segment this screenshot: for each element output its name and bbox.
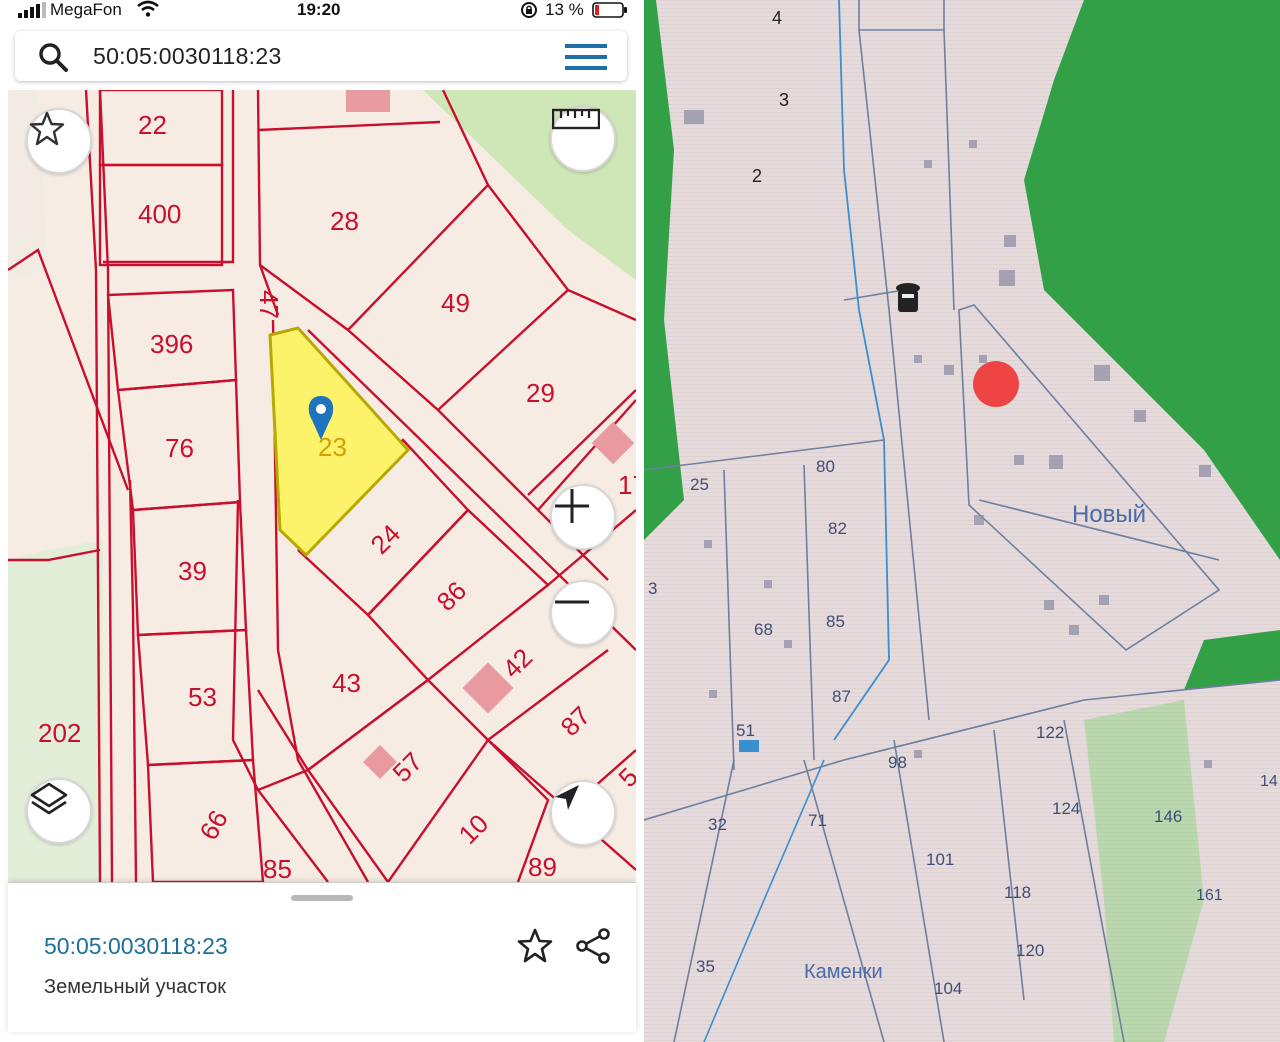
- scanline-overlay: [644, 0, 1280, 1042]
- locate-button[interactable]: [550, 780, 616, 846]
- wifi-icon: [137, 0, 159, 17]
- parcel-label: 17: [618, 470, 636, 500]
- map-label: 118: [1004, 883, 1031, 902]
- parcel-label: 85: [263, 854, 292, 882]
- star-icon: [29, 111, 65, 146]
- status-bar: MegaFon 19:20 13 %: [0, 0, 640, 22]
- satellite-cadastral-photo: 4 3 2 25 80 82 3 68 85 87 51 98 122 32 7…: [644, 0, 1280, 1042]
- map-label: 35: [696, 957, 715, 976]
- parcel-label: 53: [188, 682, 217, 712]
- pond: [739, 740, 759, 752]
- favorite-button[interactable]: [26, 108, 92, 174]
- plus-icon: [555, 489, 589, 523]
- map-label: 120: [1016, 941, 1044, 960]
- map-label: 2: [752, 166, 762, 186]
- map-label: 161: [1196, 887, 1223, 904]
- map-label: 32: [708, 815, 727, 834]
- hamburger-menu-icon[interactable]: [565, 42, 607, 72]
- clock: 19:20: [297, 0, 341, 19]
- parcel-label: 76: [165, 433, 194, 463]
- map-label: 14: [1260, 773, 1278, 790]
- share-icon[interactable]: [574, 927, 612, 965]
- parcel-label: 47: [254, 290, 284, 319]
- map-label: 71: [808, 811, 827, 830]
- carrier-name: MegaFon: [50, 0, 122, 19]
- parcel-label: 49: [441, 288, 470, 318]
- search-bar[interactable]: 50:05:0030118:23: [15, 31, 627, 81]
- battery-icon: [592, 2, 627, 18]
- layers-icon: [30, 782, 68, 815]
- cadastral-app-screenshot: MegaFon 19:20 13 % 50:05:0030118:23 22 4…: [0, 0, 640, 1042]
- parcel-label: 89: [528, 852, 557, 882]
- ruler-button[interactable]: [550, 106, 616, 172]
- orientation-lock-icon: [521, 2, 537, 18]
- zoom-out-button[interactable]: [550, 580, 616, 646]
- parcel-label: 28: [330, 206, 359, 236]
- map-label: 4: [772, 8, 782, 28]
- parcel-label: 43: [332, 668, 361, 698]
- cadastral-map[interactable]: 22 400 396 76 39 53 202 66 85 28 47 49 2…: [8, 90, 636, 882]
- map-label: 104: [934, 979, 962, 998]
- layers-button[interactable]: [26, 778, 92, 844]
- map-label: 124: [1052, 799, 1080, 818]
- map-label: 51: [736, 721, 755, 740]
- map-label: 101: [926, 850, 954, 869]
- map-label: 82: [828, 519, 847, 538]
- map-label: 3: [648, 579, 657, 598]
- location-marker: [973, 361, 1019, 407]
- signal-icon: [18, 2, 46, 18]
- parcel-info-sheet[interactable]: 50:05:0030118:23 Земельный участок: [8, 882, 636, 1032]
- battery-percent: 13 %: [545, 0, 584, 19]
- parcel-label: 400: [138, 199, 181, 229]
- map-label: 146: [1154, 807, 1182, 826]
- parcel-label: 202: [38, 718, 81, 748]
- place-name-label: Новый: [1072, 501, 1146, 528]
- map-label: 25: [690, 475, 709, 494]
- star-icon[interactable]: [516, 927, 554, 965]
- parcel-cadastral-number: 50:05:0030118:23: [44, 933, 228, 959]
- map-label: 80: [816, 457, 835, 476]
- navigation-arrow-icon: [555, 785, 579, 810]
- map-label: 122: [1036, 723, 1064, 742]
- parcel-label: 22: [138, 110, 167, 140]
- search-query[interactable]: 50:05:0030118:23: [93, 43, 282, 70]
- map-label: 85: [826, 612, 845, 631]
- search-icon[interactable]: [37, 41, 69, 73]
- street-name-label: Каменки: [804, 961, 883, 983]
- map-label: 68: [754, 620, 773, 639]
- map-label: 98: [888, 753, 907, 772]
- building: [346, 90, 390, 112]
- drag-handle[interactable]: [291, 895, 353, 901]
- ruler-icon: [552, 108, 600, 130]
- parcel-label: 396: [150, 329, 193, 359]
- map-label: 87: [832, 687, 851, 706]
- photo-map-canvas: 4 3 2 25 80 82 3 68 85 87 51 98 122 32 7…: [644, 0, 1280, 1042]
- parcel-type: Земельный участок: [44, 976, 227, 998]
- parcel-label-selected: 23: [318, 432, 347, 462]
- map-label: 3: [779, 90, 789, 110]
- minus-icon: [555, 600, 589, 604]
- zoom-in-button[interactable]: [550, 484, 616, 550]
- trash-bin-icon: [896, 283, 920, 312]
- map-canvas[interactable]: 22 400 396 76 39 53 202 66 85 28 47 49 2…: [8, 90, 636, 882]
- parcel-label: 39: [178, 556, 207, 586]
- parcel-label: 29: [526, 378, 555, 408]
